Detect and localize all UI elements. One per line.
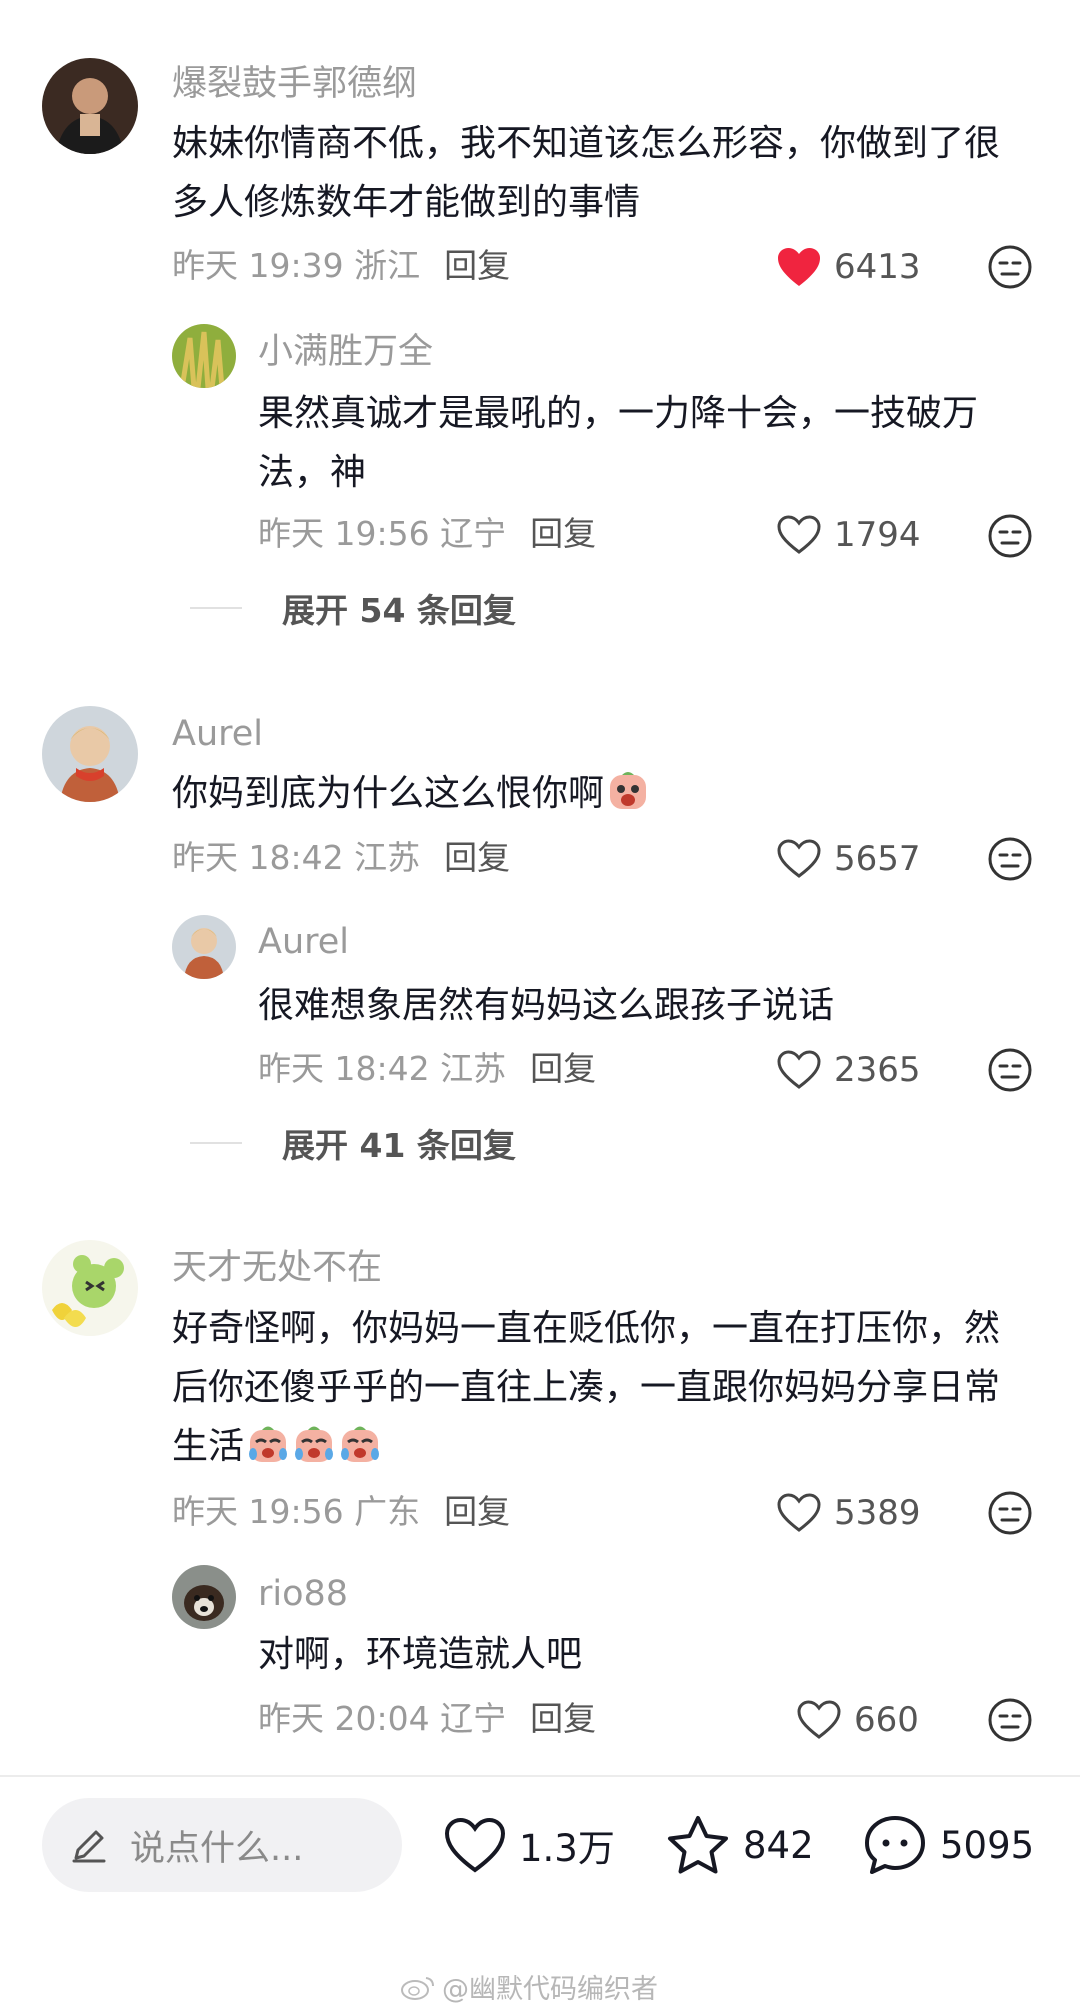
comment-text: 果然真诚才是最吼的，一力降十会，一技破万法，神 bbox=[258, 393, 979, 493]
favorite-button[interactable]: 842 bbox=[665, 1812, 814, 1878]
comment-time: 昨天 19:56 广东 bbox=[172, 1492, 421, 1531]
comment-text: 对啊，环境造就人吧 bbox=[258, 1634, 583, 1675]
avatar[interactable] bbox=[42, 1240, 138, 1336]
like-count: 5657 bbox=[834, 839, 921, 879]
comment-username[interactable]: Aurel bbox=[258, 920, 349, 964]
like-button[interactable]: 5657 bbox=[776, 837, 921, 881]
avatar[interactable] bbox=[172, 915, 236, 979]
reply-button[interactable]: 回复 bbox=[530, 1699, 596, 1738]
expand-divider bbox=[190, 1142, 242, 1144]
comment-meta: 昨天 18:42 江苏 回复 bbox=[258, 1047, 596, 1091]
comment-text: 很难想象居然有妈妈这么跟孩子说话 bbox=[258, 985, 835, 1026]
like-button[interactable]: 660 bbox=[796, 1698, 919, 1742]
comment-meta: 昨天 18:42 江苏 回复 bbox=[172, 836, 510, 880]
reply-button[interactable]: 回复 bbox=[530, 1049, 596, 1088]
dislike-icon[interactable] bbox=[987, 1697, 1033, 1743]
comment-input-placeholder: 说点什么... bbox=[130, 1828, 304, 1869]
like-count: 1794 bbox=[834, 515, 921, 555]
comment-meta: 昨天 19:56 辽宁 回复 bbox=[258, 512, 596, 556]
like-total-count: 1.3万 bbox=[519, 1827, 615, 1870]
comment-time: 昨天 19:39 浙江 bbox=[172, 246, 421, 285]
like-button[interactable]: 1794 bbox=[776, 513, 921, 557]
reply-button[interactable]: 回复 bbox=[444, 838, 510, 877]
comment-bubble-icon bbox=[865, 1816, 925, 1874]
avatar[interactable] bbox=[42, 706, 138, 802]
comment-username[interactable]: 爆裂鼓手郭德纲 bbox=[172, 62, 417, 106]
comment-text-content: 你妈到底为什么这么恨你啊 bbox=[172, 773, 605, 814]
expand-replies-label: 展开 54 条回复 bbox=[282, 591, 516, 630]
dislike-icon[interactable] bbox=[987, 836, 1033, 882]
comment-username[interactable]: 天才无处不在 bbox=[172, 1246, 382, 1290]
comment-time: 昨天 19:56 辽宁 bbox=[258, 514, 507, 553]
heart-outline-icon bbox=[777, 515, 821, 554]
expand-replies-button[interactable]: 展开 41 条回复 bbox=[190, 1119, 516, 1167]
comment-username[interactable]: Aurel bbox=[172, 712, 263, 756]
like-count: 5389 bbox=[834, 1493, 921, 1533]
heart-outline-icon bbox=[777, 1493, 821, 1532]
dislike-icon[interactable] bbox=[987, 1047, 1033, 1093]
comment-text: 妹妹你情商不低，我不知道该怎么形容，你做到了很多人修炼数年才能做到的事情 bbox=[172, 123, 1001, 223]
reply-button[interactable]: 回复 bbox=[444, 1492, 510, 1531]
dislike-icon[interactable] bbox=[987, 513, 1033, 559]
heart-outline-icon bbox=[777, 1050, 821, 1089]
comment-text: 你妈到底为什么这么恨你啊 bbox=[172, 764, 1032, 823]
crying-face-emoji-icon bbox=[249, 1426, 288, 1462]
like-total-button[interactable]: 1.3万 bbox=[443, 1812, 615, 1878]
avatar[interactable] bbox=[172, 1565, 236, 1629]
watermark: @幽默代码编织者 bbox=[400, 1967, 658, 2006]
reply-button[interactable]: 回复 bbox=[530, 514, 596, 553]
comment-input[interactable]: 说点什么... bbox=[42, 1798, 402, 1892]
comment-time: 昨天 18:42 江苏 bbox=[258, 1049, 507, 1088]
expand-replies-button[interactable]: 展开 54 条回复 bbox=[190, 584, 516, 632]
favorite-count: 842 bbox=[743, 1823, 814, 1867]
comment-username[interactable]: rio88 bbox=[258, 1572, 348, 1616]
crying-face-emoji-icon bbox=[610, 772, 647, 809]
comment-meta: 昨天 19:39 浙江 回复 bbox=[172, 244, 510, 288]
comments-button[interactable]: 5095 bbox=[862, 1812, 1034, 1878]
expand-replies-label: 展开 41 条回复 bbox=[282, 1126, 516, 1165]
crying-face-emoji-icon bbox=[341, 1426, 380, 1462]
bottom-bar-divider bbox=[0, 1775, 1080, 1777]
heart-outline-icon bbox=[797, 1700, 841, 1739]
weibo-logo-icon bbox=[401, 1976, 434, 2000]
heart-outline-icon bbox=[777, 839, 821, 878]
heart-outline-icon bbox=[444, 1817, 506, 1873]
dislike-icon[interactable] bbox=[987, 1490, 1033, 1536]
dislike-icon[interactable] bbox=[987, 244, 1033, 290]
comment-meta: 昨天 20:04 辽宁 回复 bbox=[258, 1697, 596, 1741]
reply-button[interactable]: 回复 bbox=[444, 246, 510, 285]
watermark-text: @幽默代码编织者 bbox=[442, 1974, 658, 2005]
comment-time: 昨天 20:04 辽宁 bbox=[258, 1699, 507, 1738]
like-button[interactable]: 2365 bbox=[776, 1048, 921, 1092]
avatar[interactable] bbox=[172, 324, 236, 388]
heart-filled-icon bbox=[778, 248, 820, 286]
comment-time: 昨天 18:42 江苏 bbox=[172, 838, 421, 877]
like-button[interactable]: 5389 bbox=[776, 1491, 921, 1535]
like-button[interactable]: 6413 bbox=[776, 245, 921, 289]
expand-divider bbox=[190, 607, 242, 609]
like-count: 6413 bbox=[834, 247, 921, 287]
comments-count: 5095 bbox=[940, 1823, 1035, 1867]
comment-text: 好奇怪啊，你妈妈一直在贬低你，一直在打压你，然后你还傻乎乎的一直往上凑，一直跟你… bbox=[172, 1299, 1032, 1476]
comment-username[interactable]: 小满胜万全 bbox=[258, 330, 433, 374]
avatar[interactable] bbox=[42, 58, 138, 154]
like-count: 2365 bbox=[834, 1050, 921, 1090]
star-outline-icon bbox=[668, 1816, 728, 1874]
comment-meta: 昨天 19:56 广东 回复 bbox=[172, 1490, 510, 1534]
pencil-icon bbox=[72, 1830, 106, 1863]
like-count: 660 bbox=[854, 1700, 919, 1740]
crying-face-emoji-icon bbox=[295, 1426, 334, 1462]
